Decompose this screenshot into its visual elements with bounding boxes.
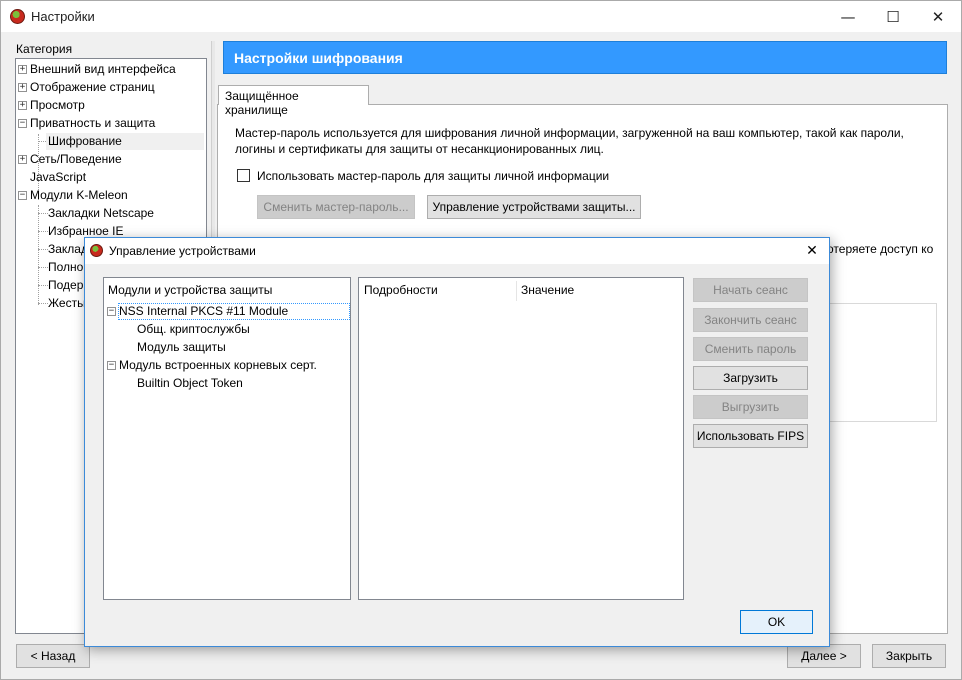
tree-item-gestures[interactable]: Жесты — [48, 295, 86, 312]
collapse-icon[interactable]: − — [18, 119, 27, 128]
load-button[interactable]: Загрузить — [693, 366, 808, 390]
tree-item-fullscreen[interactable]: Полно — [48, 259, 83, 276]
module-nss-internal[interactable]: NSS Internal PKCS #11 Module — [119, 303, 288, 320]
use-fips-button[interactable]: Использовать FIPS — [693, 424, 808, 448]
tree-connector — [38, 231, 48, 232]
tree-connector — [38, 267, 48, 268]
tree-item-network[interactable]: Сеть/Поведение — [30, 151, 122, 168]
title-bar[interactable]: Настройки — ☐ ✕ — [1, 1, 961, 32]
tree-connector — [38, 249, 48, 250]
tree-item-encryption[interactable]: Шифрование — [46, 133, 204, 150]
details-column-header[interactable]: Подробности — [364, 280, 438, 300]
page-title: Настройки шифрования — [223, 41, 947, 74]
collapse-icon[interactable]: − — [18, 191, 27, 200]
window-title: Настройки — [31, 9, 95, 24]
close-window-button[interactable]: Закрыть — [872, 644, 946, 668]
tree-item-privacy[interactable]: Приватность и защита — [30, 115, 155, 132]
expand-icon[interactable]: + — [18, 155, 27, 164]
tree-item-support[interactable]: Подер — [48, 277, 83, 294]
dialog-title-bar[interactable]: Управление устройствами ✕ — [85, 238, 829, 264]
modules-column-header[interactable]: Модули и устройства защиты — [108, 280, 272, 300]
maximize-button[interactable]: ☐ — [870, 1, 916, 32]
dialog-title: Управление устройствами — [109, 244, 256, 258]
module-builtin-object-token[interactable]: Builtin Object Token — [137, 375, 243, 392]
minimize-button[interactable]: — — [825, 1, 871, 32]
tree-connector — [38, 205, 39, 305]
expand-icon[interactable]: + — [18, 101, 27, 110]
tree-connector — [38, 213, 48, 214]
change-master-password-button[interactable]: Сменить мастер-пароль... — [257, 195, 415, 219]
tree-item-browsing[interactable]: Просмотр — [30, 97, 85, 114]
tree-connector — [38, 285, 48, 286]
description-text: Мастер-пароль используется для шифровани… — [235, 126, 904, 156]
tree-item-page-display[interactable]: Отображение страниц — [30, 79, 155, 96]
category-label: Категория — [16, 42, 73, 56]
value-column-header[interactable]: Значение — [521, 280, 574, 300]
master-password-checkbox-label[interactable]: Использовать мастер-пароль для защиты ли… — [257, 169, 609, 183]
tree-item-bookmarks[interactable]: Заклад — [48, 241, 88, 258]
tab-secure-storage[interactable]: Защищённое хранилище — [218, 85, 369, 117]
module-security-device[interactable]: Модуль защиты — [137, 339, 226, 356]
expand-icon[interactable]: + — [18, 65, 27, 74]
collapse-icon[interactable]: − — [107, 361, 116, 370]
close-button[interactable]: ✕ — [915, 1, 961, 32]
details-list[interactable]: Подробности Значение — [358, 277, 684, 600]
module-generic-crypto-services[interactable]: Общ. криптослужбы — [137, 321, 250, 338]
change-password-button[interactable]: Сменить пароль — [693, 337, 808, 361]
partial-description-text: отеряете доступ ко — [827, 242, 934, 256]
tree-item-javascript[interactable]: JavaScript — [30, 169, 86, 186]
tree-item-appearance[interactable]: Внешний вид интерфейса — [30, 61, 176, 78]
master-password-checkbox[interactable] — [237, 169, 250, 182]
column-separator[interactable] — [516, 281, 517, 301]
inner-frame — [827, 303, 937, 422]
k-meleon-app-icon — [10, 9, 25, 24]
end-session-button[interactable]: Закончить сеанс — [693, 308, 808, 332]
device-manager-dialog: Управление устройствами ✕ Модули и устро… — [84, 237, 830, 647]
k-meleon-app-icon — [90, 244, 103, 257]
modules-tree[interactable]: Модули и устройства защиты − NSS Interna… — [103, 277, 351, 600]
collapse-icon[interactable]: − — [107, 307, 116, 316]
dialog-close-icon[interactable]: ✕ — [801, 240, 823, 262]
tree-connector — [38, 303, 48, 304]
back-button[interactable]: < Назад — [16, 644, 90, 668]
start-session-button[interactable]: Начать сеанс — [693, 278, 808, 302]
manage-security-devices-button[interactable]: Управление устройствами защиты... — [427, 195, 641, 219]
tree-item-kmeleon-modules[interactable]: Модули K-Meleon — [30, 187, 128, 204]
module-builtin-roots[interactable]: Модуль встроенных корневых серт. — [119, 357, 317, 374]
next-button[interactable]: Далее > — [787, 644, 861, 668]
ok-button[interactable]: OK — [740, 610, 813, 634]
expand-icon[interactable]: + — [18, 83, 27, 92]
tree-item-netscape-bookmarks[interactable]: Закладки Netscape — [48, 205, 154, 222]
unload-button[interactable]: Выгрузить — [693, 395, 808, 419]
